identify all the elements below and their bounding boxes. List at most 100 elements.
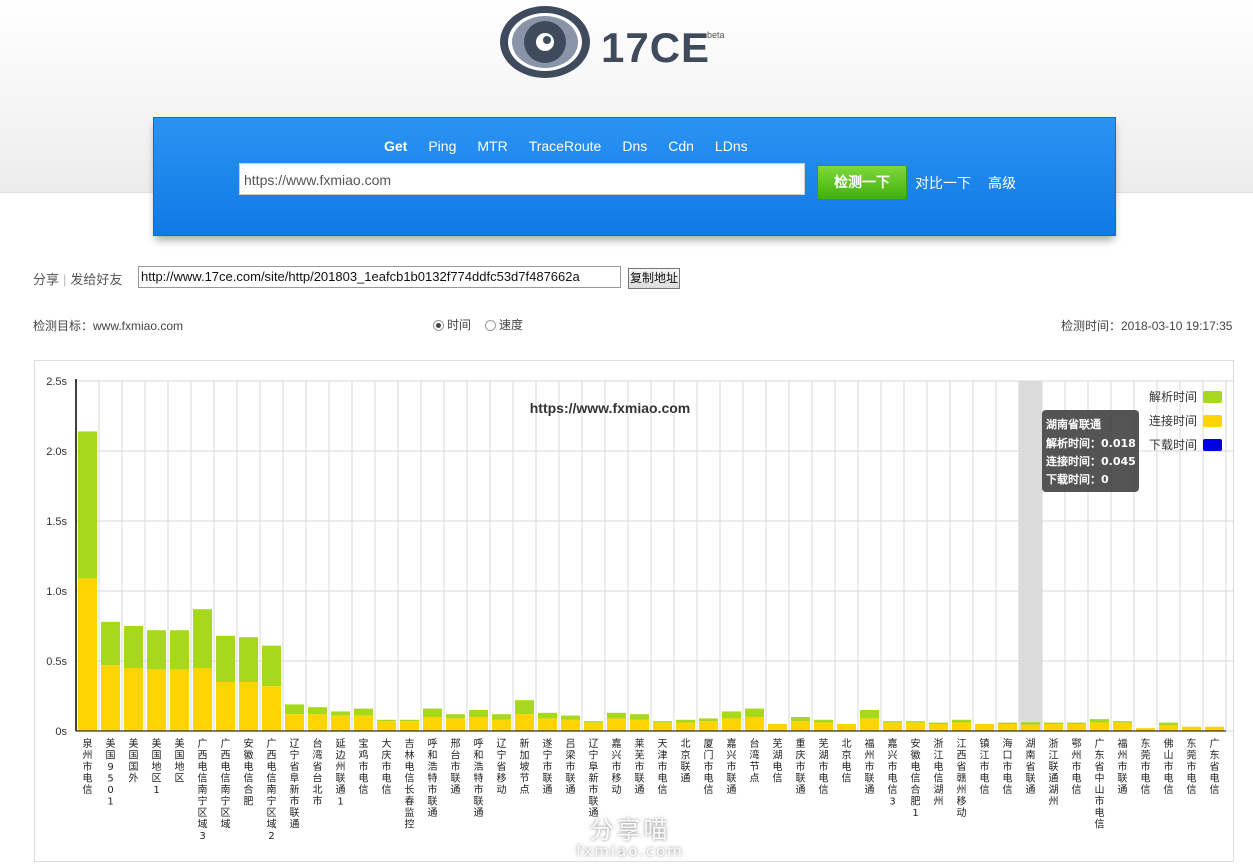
radio-speed[interactable]	[485, 320, 497, 331]
legend-label: 下载时间	[1149, 438, 1197, 452]
bar-resolve	[193, 609, 212, 668]
bar-connect	[1067, 724, 1086, 731]
x-tick-label: 重庆市联通	[796, 737, 806, 796]
x-tick-label: 邢台市联通	[451, 738, 461, 796]
bar-connect	[906, 722, 925, 731]
watermark-line1: 分享喵	[589, 816, 671, 844]
x-tick-label: 宝鸡市电信	[359, 737, 369, 796]
bar-resolve	[561, 715, 580, 720]
bar-connect	[1044, 724, 1063, 731]
y-tick-label: 2.0s	[46, 446, 67, 458]
share-row: 分享 | 发给好友	[33, 269, 122, 288]
bar-connect	[860, 718, 879, 731]
radio-time-label[interactable]: 时间	[447, 318, 471, 332]
tab-get[interactable]: Get	[384, 138, 407, 154]
x-tick-label: 吉林电信长春监控	[405, 738, 415, 831]
bar-connect	[975, 724, 994, 731]
bar-resolve	[216, 635, 235, 682]
bar-resolve	[607, 712, 626, 719]
advanced-link[interactable]: 高级	[988, 173, 1016, 193]
metric-radio-group: 时间 速度	[433, 316, 537, 333]
check-target: 检测目标：www.fxmiao.com	[33, 319, 184, 333]
check-button[interactable]: 检测一下	[817, 165, 907, 200]
bar-connect	[584, 722, 603, 731]
x-tick-label: 佛山市电信	[1164, 737, 1174, 796]
tab-ldns[interactable]: LDns	[715, 138, 748, 154]
x-tick-label: 厦门市电信	[704, 738, 714, 796]
url-input[interactable]: https://www.fxmiao.com	[239, 163, 805, 195]
tab-cdn[interactable]: Cdn	[668, 138, 694, 154]
x-tick-label: 东莞市电信	[1187, 737, 1197, 796]
bar-resolve	[860, 710, 879, 719]
copy-address-button[interactable]: 复制地址	[628, 268, 680, 289]
bar-resolve	[906, 721, 925, 723]
bar-resolve	[400, 719, 419, 722]
x-tick-label: 延边州联通 1	[336, 738, 346, 808]
legend-swatch	[1203, 391, 1222, 403]
y-tick-label: 2.5s	[46, 376, 67, 388]
bar-resolve	[331, 711, 350, 716]
check-time: 检测时间：2018-03-10 19:17:35	[1061, 319, 1233, 333]
bar-connect	[147, 669, 166, 731]
response-time-chart: 0s 0.5s 1.0s 1.5s 2.0s 2.5s https://www.fxmiao…	[46, 376, 1233, 842]
legend-swatch	[1203, 439, 1222, 451]
bar-connect	[239, 682, 258, 731]
bar-connect	[331, 715, 350, 731]
tab-traceroute[interactable]: TraceRoute	[529, 138, 602, 154]
x-tick-label: 芜湖市电信	[819, 737, 829, 796]
bar-resolve	[722, 711, 741, 719]
bar-resolve	[745, 708, 764, 717]
bar-connect	[1090, 722, 1109, 731]
x-tick-label: 莱芜市联通	[635, 738, 645, 796]
bar-connect	[354, 715, 373, 731]
bar-connect	[308, 714, 327, 731]
legend-label: 连接时间	[1149, 413, 1197, 428]
bar-resolve	[699, 718, 718, 722]
bar-connect	[630, 719, 649, 731]
tab-ping[interactable]: Ping	[428, 138, 456, 154]
x-tick-label: 新加坡节点	[520, 737, 530, 796]
logo[interactable]: 17CE beta	[498, 4, 738, 80]
bar-connect	[446, 718, 465, 731]
bar-connect	[998, 724, 1017, 731]
y-tick-label: 0s	[55, 726, 67, 738]
bar-connect	[1205, 726, 1224, 731]
tab-mtr[interactable]: MTR	[477, 138, 507, 154]
chart-frame: 0s 0.5s 1.0s 1.5s 2.0s 2.5s https://www.fxmiao…	[34, 360, 1234, 862]
x-tick-label: 北京联通	[681, 738, 691, 785]
bar-resolve	[1044, 722, 1063, 724]
compare-link[interactable]: 对比一下	[915, 173, 971, 193]
y-tick-label: 0.5s	[46, 656, 67, 668]
x-tick-label: 鄂州市电信	[1072, 738, 1082, 796]
x-tick-label: 泉州市电信	[83, 737, 93, 796]
tab-dns[interactable]: Dns	[622, 138, 647, 154]
bar-resolve	[239, 637, 258, 682]
bar-resolve	[78, 431, 97, 579]
bar-resolve	[1159, 722, 1178, 726]
send-friend-label[interactable]: 发给好友	[70, 272, 122, 287]
bar-connect	[952, 722, 971, 731]
x-tick-label: 嘉兴市移动	[612, 737, 622, 796]
legend-swatch	[1203, 415, 1222, 427]
x-tick-label: 广东省电信	[1210, 738, 1220, 796]
bar-resolve	[929, 722, 948, 724]
bar-connect	[515, 714, 534, 731]
x-tick-label: 辽宁阜新市联通	[589, 738, 599, 819]
bar-resolve	[1067, 722, 1086, 724]
radio-speed-label[interactable]: 速度	[499, 318, 523, 332]
share-label[interactable]: 分享	[33, 272, 59, 287]
bar-resolve	[1090, 719, 1109, 723]
tooltip-title: 湖南省联通	[1046, 417, 1101, 431]
share-url-input[interactable]: http://www.17ce.com/site/http/201803_1ea…	[138, 266, 621, 288]
x-tick-label: 镇江市电信	[980, 737, 990, 796]
x-tick-label: 东莞市电信	[1141, 737, 1151, 796]
bar-connect	[722, 718, 741, 731]
watermark-line2: fxmiao.com	[576, 842, 684, 860]
radio-time[interactable]	[433, 320, 444, 331]
bar-resolve	[814, 719, 833, 723]
x-tick-label: 浙江联通湖州	[1049, 738, 1059, 808]
x-tick-label: 美国地区 1	[152, 737, 162, 796]
tooltip-line: 下载时间：0	[1046, 472, 1109, 486]
bar-connect	[78, 578, 97, 731]
bar-resolve	[791, 717, 810, 722]
